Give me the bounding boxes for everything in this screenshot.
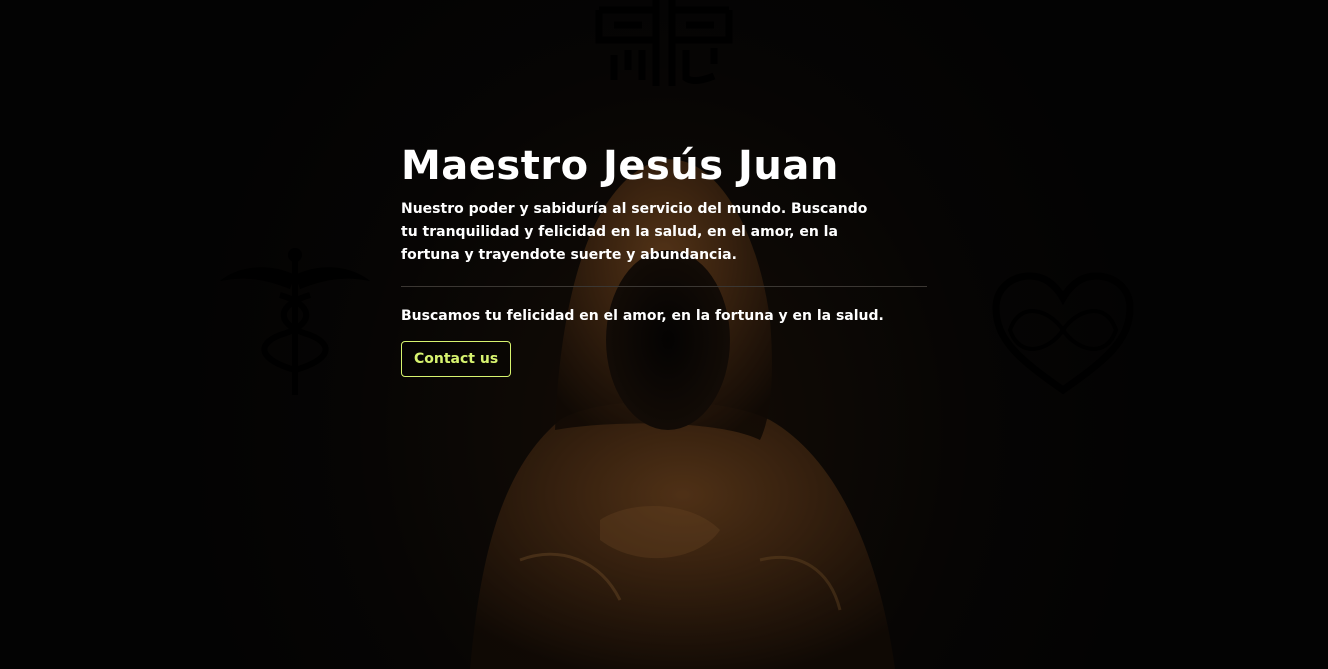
hero-subline: Buscamos tu felicidad en el amor, en la … <box>401 308 884 324</box>
hero-content: Maestro Jesús Juan Nuestro poder y sabid… <box>401 140 927 377</box>
divider <box>401 286 927 287</box>
contact-us-button[interactable]: Contact us <box>401 341 512 377</box>
hero-section: Maestro Jesús Juan Nuestro poder y sabid… <box>0 0 1328 669</box>
chinese-seal-icon <box>595 0 733 86</box>
page-title: Maestro Jesús Juan <box>401 143 839 189</box>
caduceus-icon <box>220 248 370 395</box>
heart-infinity-icon <box>992 272 1134 395</box>
hero-lead-text: Nuestro poder y sabiduría al servicio de… <box>401 201 868 263</box>
